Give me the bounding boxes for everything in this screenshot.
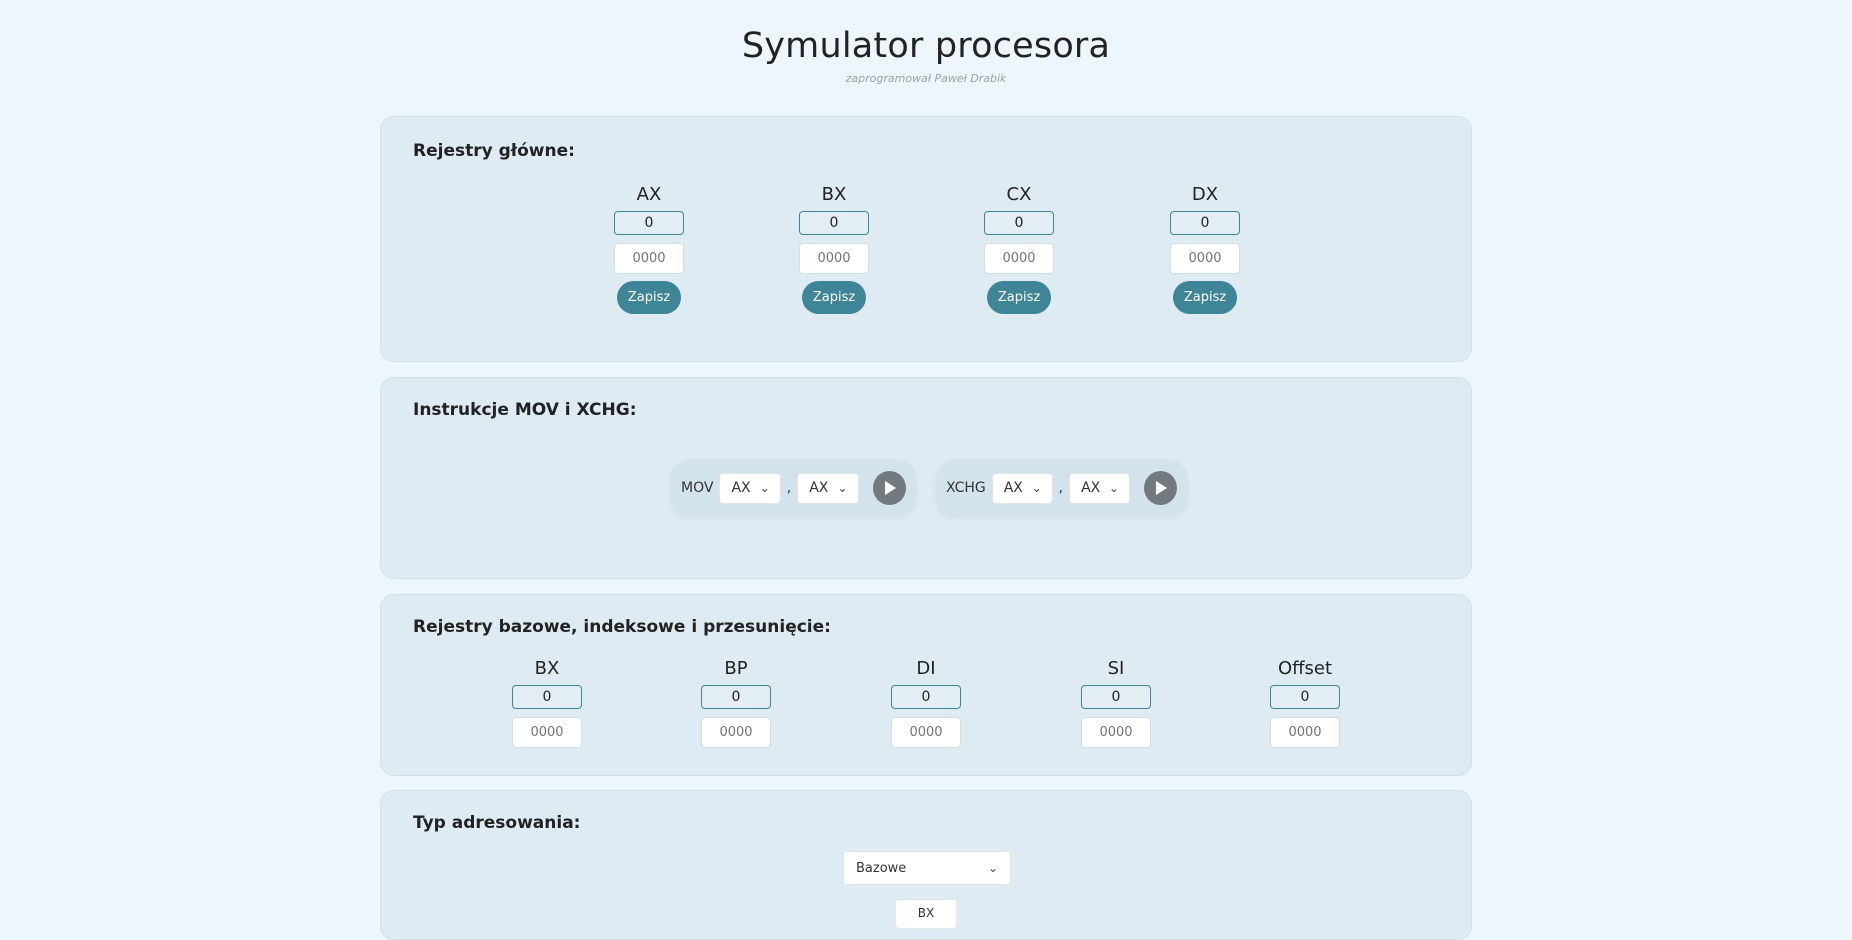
register-label: Offset bbox=[1277, 658, 1333, 679]
register-label: BP bbox=[724, 658, 748, 679]
register-cx-decimal-input[interactable] bbox=[984, 211, 1054, 235]
register-si: SI bbox=[1076, 657, 1156, 748]
register-offset-decimal-input[interactable] bbox=[1270, 685, 1340, 709]
register-bx-base-decimal-input[interactable] bbox=[512, 685, 582, 709]
register-label: CX bbox=[1006, 184, 1032, 205]
play-icon bbox=[1156, 481, 1168, 495]
register-offset: Offset bbox=[1265, 657, 1345, 748]
register-offset-hex-input[interactable] bbox=[1270, 717, 1340, 748]
page-title: Symulator procesora bbox=[741, 26, 1111, 66]
selected-value: AX bbox=[1081, 480, 1101, 496]
page-header: Symulator procesora zaprogramował Paweł … bbox=[0, 0, 1852, 85]
save-ax-button[interactable]: Zapisz bbox=[617, 281, 681, 314]
register-bx-hex-input[interactable] bbox=[799, 243, 869, 274]
register-di-decimal-input[interactable] bbox=[891, 685, 961, 709]
register-bx: BX Zapisz bbox=[794, 183, 874, 314]
chevron-down-icon: ⌄ bbox=[1108, 481, 1119, 495]
addressing-type-select[interactable]: Bazowe ⌄ bbox=[843, 851, 1011, 885]
base-registers-title: Rejestry bazowe, indeksowe i przesunięci… bbox=[413, 617, 831, 637]
register-di-hex-input[interactable] bbox=[891, 717, 961, 748]
register-cx-hex-input[interactable] bbox=[984, 243, 1054, 274]
addressing-title: Typ adresowania: bbox=[413, 813, 581, 833]
xchg-label: XCHG bbox=[946, 480, 986, 496]
play-icon bbox=[885, 481, 897, 495]
register-ax-hex-input[interactable] bbox=[614, 243, 684, 274]
register-label: SI bbox=[1107, 658, 1125, 679]
chevron-down-icon: ⌄ bbox=[1031, 481, 1042, 495]
register-label: BX bbox=[821, 184, 847, 205]
separator: , bbox=[1058, 480, 1064, 496]
register-label: DX bbox=[1191, 184, 1219, 205]
mov-instruction: MOV AX ⌄ , AX ⌄ bbox=[671, 460, 916, 516]
register-label: DI bbox=[916, 658, 936, 679]
register-bp-decimal-input[interactable] bbox=[701, 685, 771, 709]
run-mov-button[interactable] bbox=[872, 471, 906, 505]
register-dx-hex-input[interactable] bbox=[1170, 243, 1240, 274]
save-cx-button[interactable]: Zapisz bbox=[987, 281, 1051, 314]
selected-value: AX bbox=[1003, 480, 1023, 496]
selected-value: AX bbox=[809, 480, 829, 496]
selected-value: Bazowe bbox=[856, 860, 907, 876]
instructions-title: Instrukcje MOV i XCHG: bbox=[413, 400, 637, 420]
register-ax-decimal-input[interactable] bbox=[614, 211, 684, 235]
save-dx-button[interactable]: Zapisz bbox=[1173, 281, 1237, 314]
mov-destination-select[interactable]: AX ⌄ bbox=[797, 472, 859, 504]
chevron-down-icon: ⌄ bbox=[987, 861, 998, 875]
register-label: AX bbox=[636, 184, 662, 205]
register-di: DI bbox=[886, 657, 966, 748]
separator: , bbox=[786, 480, 792, 496]
run-xchg-button[interactable] bbox=[1143, 471, 1177, 505]
register-dx-decimal-input[interactable] bbox=[1170, 211, 1240, 235]
register-si-decimal-input[interactable] bbox=[1081, 685, 1151, 709]
chevron-down-icon: ⌄ bbox=[837, 481, 848, 495]
register-bx-base-hex-input[interactable] bbox=[512, 717, 582, 748]
base-registers-card: Rejestry bazowe, indeksowe i przesunięci… bbox=[380, 594, 1472, 776]
xchg-destination-select[interactable]: AX ⌄ bbox=[1069, 472, 1130, 504]
chevron-down-icon: ⌄ bbox=[759, 481, 770, 495]
save-bx-button[interactable]: Zapisz bbox=[802, 281, 866, 314]
addressing-card: Typ adresowania: Bazowe ⌄ BX bbox=[380, 790, 1472, 940]
selected-value: AX bbox=[731, 480, 751, 496]
main-registers-card: Rejestry główne: AX Zapisz BX Zapisz CX … bbox=[380, 116, 1472, 362]
register-cx: CX Zapisz bbox=[979, 183, 1059, 314]
xchg-instruction: XCHG AX ⌄ , AX ⌄ bbox=[936, 460, 1187, 516]
register-bp: BP bbox=[696, 657, 776, 748]
author-credit: zaprogramował Paweł Drabik bbox=[845, 72, 1007, 85]
base-register-select[interactable]: BX bbox=[895, 899, 957, 929]
instructions-card: Instrukcje MOV i XCHG: MOV AX ⌄ , AX ⌄ X… bbox=[380, 377, 1472, 579]
mov-source-select[interactable]: AX ⌄ bbox=[719, 472, 781, 504]
register-bp-hex-input[interactable] bbox=[701, 717, 771, 748]
xchg-source-select[interactable]: AX ⌄ bbox=[991, 472, 1053, 504]
mov-label: MOV bbox=[681, 480, 714, 496]
main-registers-title: Rejestry główne: bbox=[413, 141, 575, 161]
register-bx-decimal-input[interactable] bbox=[799, 211, 869, 235]
register-label: BX bbox=[534, 658, 560, 679]
register-bx-base: BX bbox=[507, 657, 587, 748]
register-si-hex-input[interactable] bbox=[1081, 717, 1151, 748]
register-dx: DX Zapisz bbox=[1165, 183, 1245, 314]
register-ax: AX Zapisz bbox=[609, 183, 689, 314]
